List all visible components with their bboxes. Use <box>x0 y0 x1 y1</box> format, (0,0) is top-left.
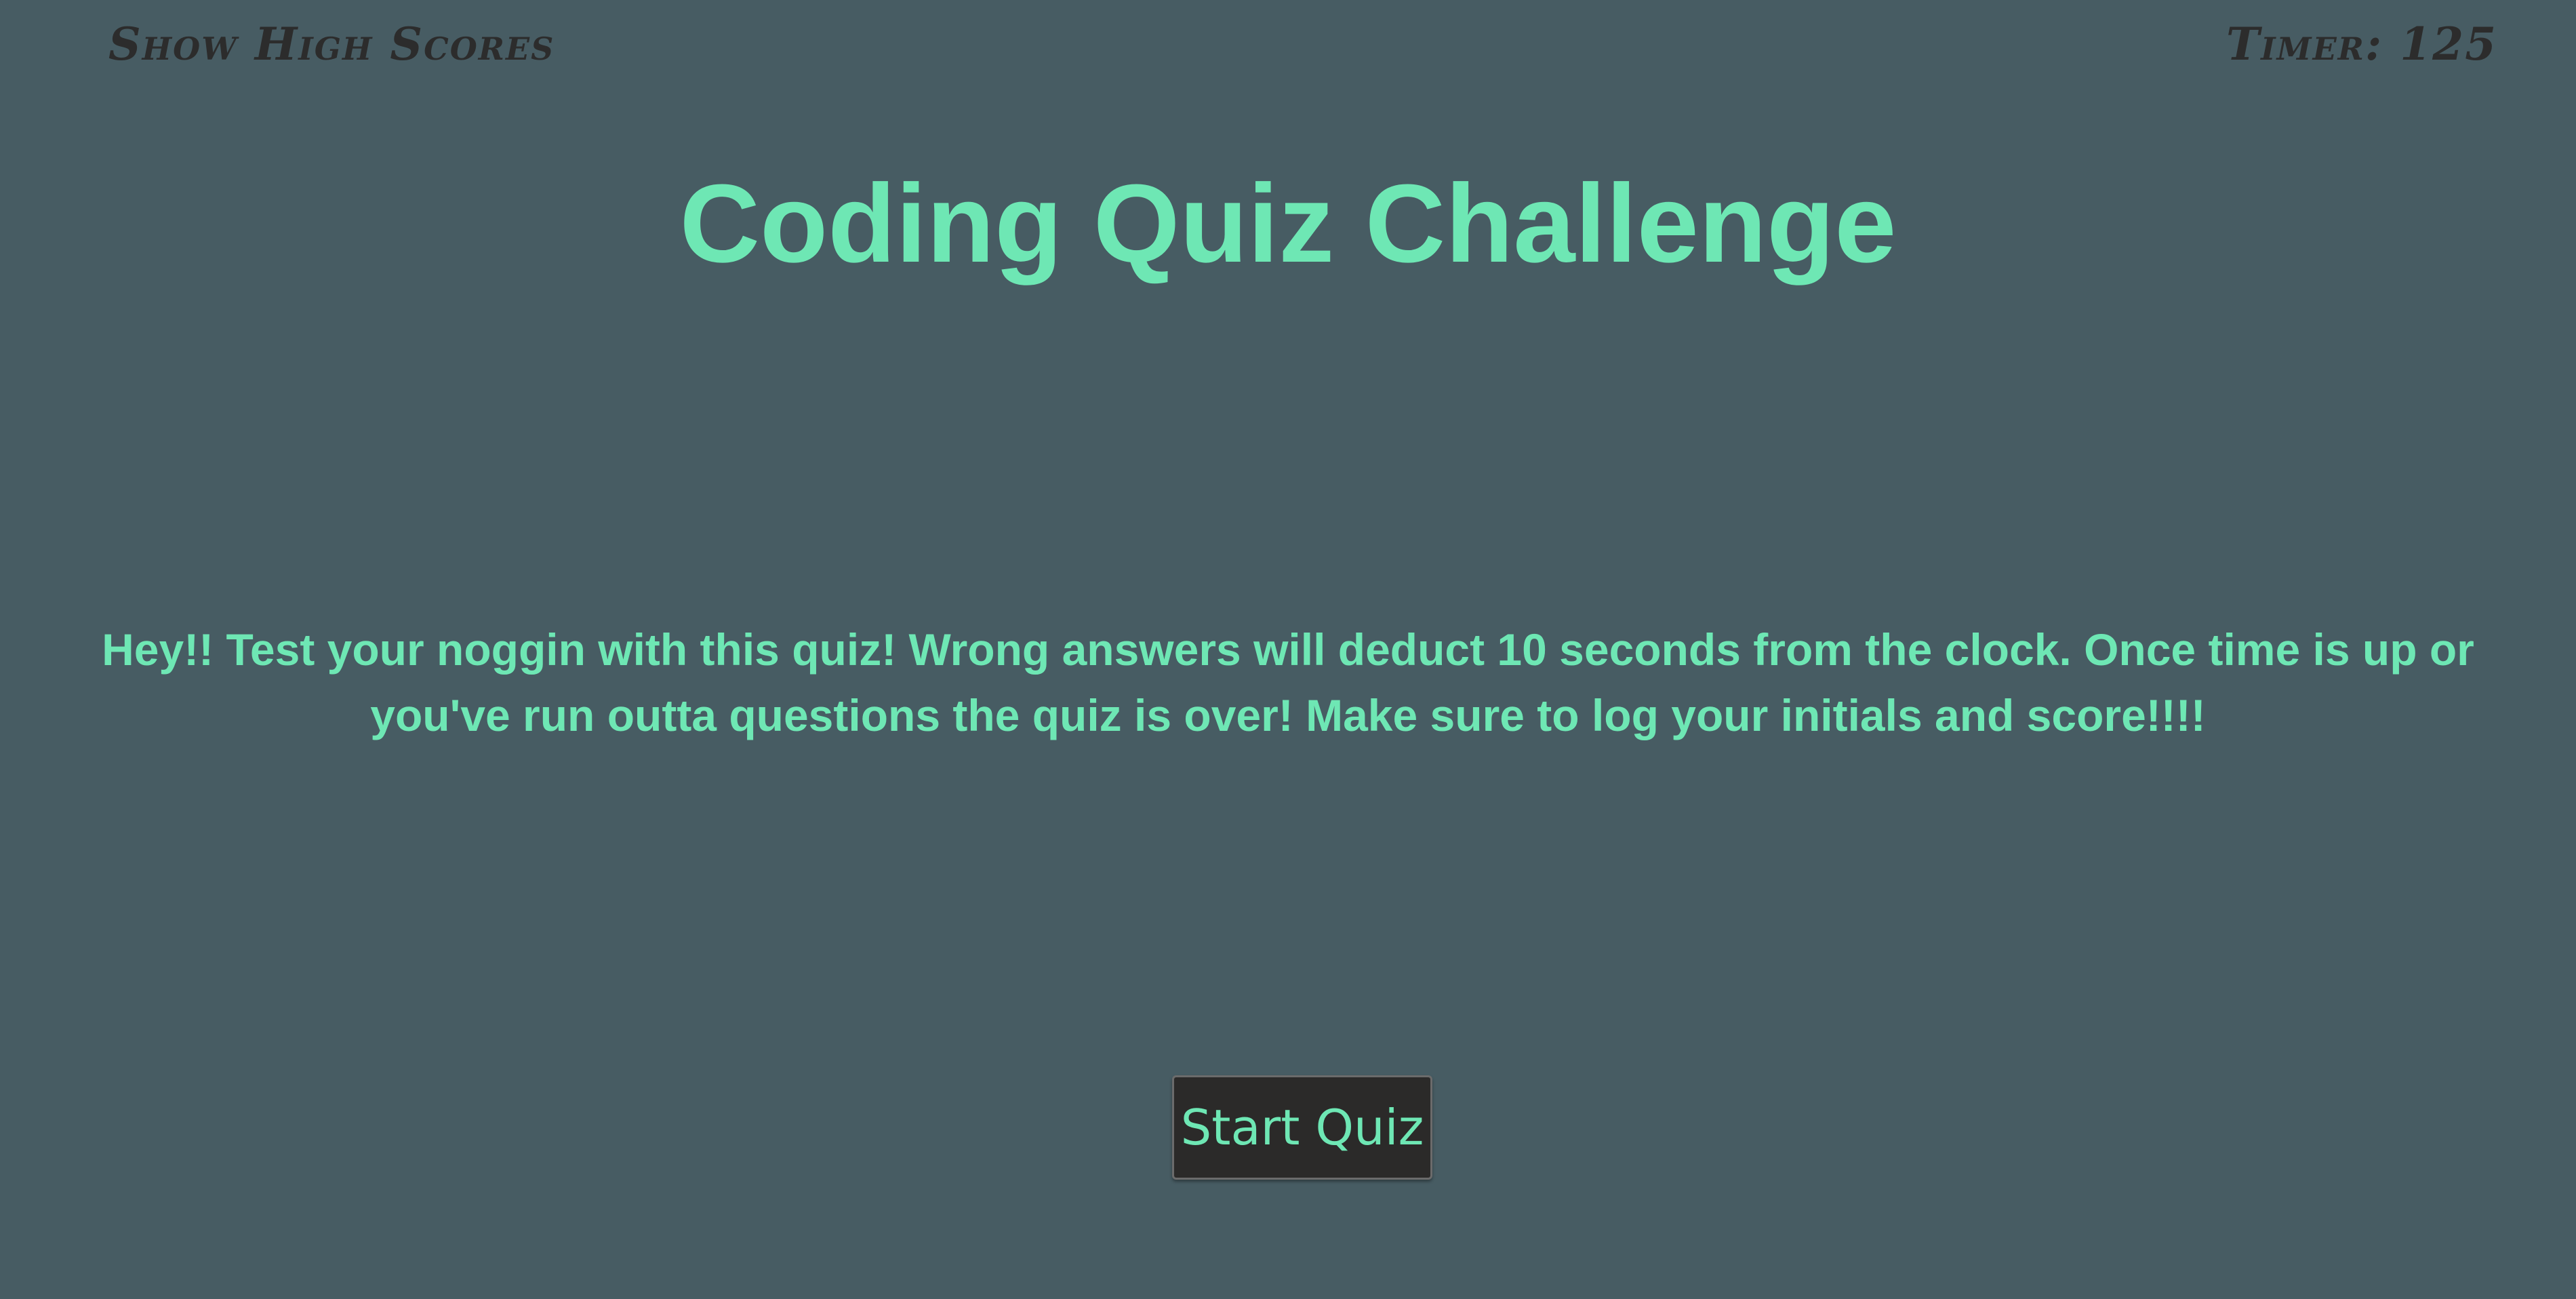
timer-display: Timer: 125 <box>2226 18 2497 71</box>
show-high-scores-link[interactable]: Show High Scores <box>108 18 555 71</box>
page-title: Coding Quiz Challenge <box>679 161 1897 285</box>
start-quiz-button[interactable]: Start Quiz <box>1172 1075 1432 1180</box>
quiz-page: { "header": { "high_scores_label": "Show… <box>0 0 2576 1299</box>
quiz-instructions: Hey!! Test your noggin with this quiz! W… <box>102 624 2474 740</box>
